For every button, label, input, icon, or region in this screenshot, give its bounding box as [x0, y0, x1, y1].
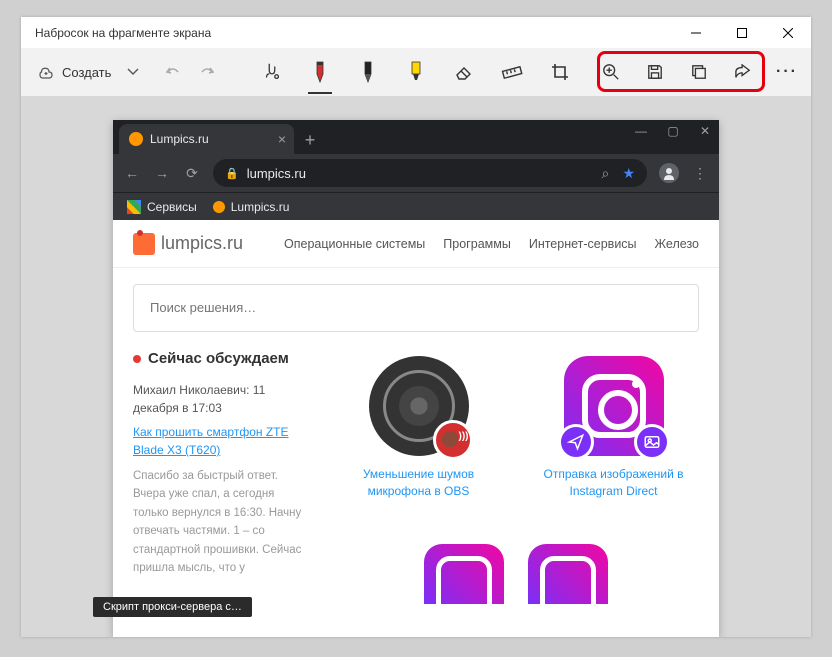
- nav-item-os[interactable]: Операционные системы: [284, 237, 425, 251]
- share-button[interactable]: [729, 58, 757, 86]
- create-button[interactable]: Создать: [31, 59, 117, 85]
- profile-avatar[interactable]: [659, 163, 679, 183]
- zoom-button[interactable]: [597, 58, 625, 86]
- bookmark-star-icon[interactable]: ★: [622, 165, 635, 182]
- eraser-tool[interactable]: [450, 56, 478, 88]
- comment-author: Михаил Николаевич: 11 декабря в 17:03: [133, 381, 313, 417]
- tools-center: [258, 56, 574, 88]
- titlebar: Набросок на фрагменте экрана: [21, 17, 811, 48]
- new-tab-button[interactable]: +: [296, 126, 324, 154]
- more-button[interactable]: ···: [773, 58, 801, 86]
- create-dropdown[interactable]: [119, 58, 147, 86]
- br-minimize-icon[interactable]: —: [631, 124, 651, 138]
- articles-grid: Уменьшение шумов микрофона в OBS Отправк…: [333, 350, 699, 604]
- article-card[interactable]: Отправка изображений в Instagram Direct: [544, 356, 684, 500]
- nav-item-internet[interactable]: Интернет-сервисы: [529, 237, 637, 251]
- apps-grid-icon: [127, 200, 141, 214]
- toolbar: Создать ···: [21, 48, 811, 96]
- forward-icon[interactable]: →: [153, 165, 171, 181]
- noise-badge-icon: [433, 420, 473, 460]
- menu-icon[interactable]: ⋮: [691, 165, 709, 182]
- comment-text: Спасибо за быстрый ответ. Вчера уже спал…: [133, 467, 313, 577]
- page-content: lumpics.ru Операционные системы Программ…: [113, 220, 719, 637]
- nav-item-programs[interactable]: Программы: [443, 237, 511, 251]
- tab-close-icon[interactable]: ×: [278, 131, 286, 147]
- logo-text: lumpics.ru: [161, 233, 243, 254]
- crop-tool[interactable]: [546, 56, 574, 88]
- highlighter-tool[interactable]: [402, 56, 430, 88]
- minimize-button[interactable]: [673, 17, 719, 48]
- redo-button[interactable]: [195, 60, 219, 84]
- article-card[interactable]: Уменьшение шумов микрофона в OBS: [349, 356, 489, 500]
- discuss-heading: Сейчас обсуждаем: [133, 350, 313, 367]
- ruler-tool[interactable]: [498, 56, 526, 88]
- br-close-icon[interactable]: ✕: [695, 124, 715, 138]
- snip-sketch-window: Набросок на фрагменте экрана Создать: [21, 17, 811, 637]
- undo-button[interactable]: [161, 60, 185, 84]
- site-logo[interactable]: lumpics.ru: [133, 233, 243, 255]
- search-icon-addr[interactable]: ⌕: [596, 165, 614, 182]
- article-title: Уменьшение шумов микрофона в OBS: [349, 466, 489, 500]
- obs-icon: [369, 356, 469, 456]
- window-title: Набросок на фрагменте экрана: [35, 26, 211, 40]
- create-label: Создать: [62, 65, 111, 80]
- site-favicon-icon: [213, 201, 225, 213]
- tab-title: Lumpics.ru: [150, 132, 209, 146]
- canvas-area: Lumpics.ru × + — ▢ ✕ ← → ⟳ 🔒: [21, 96, 811, 637]
- address-bar[interactable]: 🔒 lumpics.ru ⌕ ★: [213, 159, 647, 187]
- instagram-icon-partial: [528, 544, 608, 604]
- back-icon[interactable]: ←: [123, 165, 141, 181]
- nav-menu: Операционные системы Программы Интернет-…: [284, 237, 699, 251]
- maximize-button[interactable]: [719, 17, 765, 48]
- pencil-tool[interactable]: [354, 56, 382, 88]
- save-button[interactable]: [641, 58, 669, 86]
- ballpoint-pen-tool[interactable]: [306, 56, 334, 88]
- search-box[interactable]: [133, 284, 699, 332]
- br-maximize-icon[interactable]: ▢: [663, 124, 683, 138]
- copy-button[interactable]: [685, 58, 713, 86]
- article-title: Отправка изображений в Instagram Direct: [544, 466, 684, 500]
- reload-icon[interactable]: ⟳: [183, 165, 201, 182]
- bookmark-lumpics[interactable]: Lumpics.ru: [213, 200, 290, 214]
- instagram-icon: [564, 356, 664, 456]
- nav-item-hardware[interactable]: Железо: [655, 237, 699, 251]
- red-dot-icon: [133, 355, 141, 363]
- send-badge-icon: [558, 424, 594, 460]
- browser-tab[interactable]: Lumpics.ru ×: [119, 124, 294, 154]
- tab-favicon-icon: [129, 132, 143, 146]
- search-input[interactable]: [150, 300, 682, 315]
- url-text: lumpics.ru: [247, 166, 589, 181]
- close-button[interactable]: [765, 17, 811, 48]
- instagram-icon-partial: [424, 544, 504, 604]
- bookmark-services[interactable]: Сервисы: [127, 200, 197, 214]
- proxy-tooltip: Скрипт прокси-сервера с…: [93, 597, 252, 617]
- touch-writing-tool[interactable]: [258, 56, 286, 88]
- image-badge-icon: [634, 424, 670, 460]
- discuss-sidebar: Сейчас обсуждаем Михаил Николаевич: 11 д…: [133, 350, 313, 604]
- window-controls: [673, 17, 811, 48]
- captured-browser: Lumpics.ru × + — ▢ ✕ ← → ⟳ 🔒: [113, 120, 719, 637]
- article-link[interactable]: Как прошить смартфон ZTE Blade X3 (T620): [133, 423, 313, 459]
- logo-icon: [133, 233, 155, 255]
- lock-icon: 🔒: [225, 167, 239, 180]
